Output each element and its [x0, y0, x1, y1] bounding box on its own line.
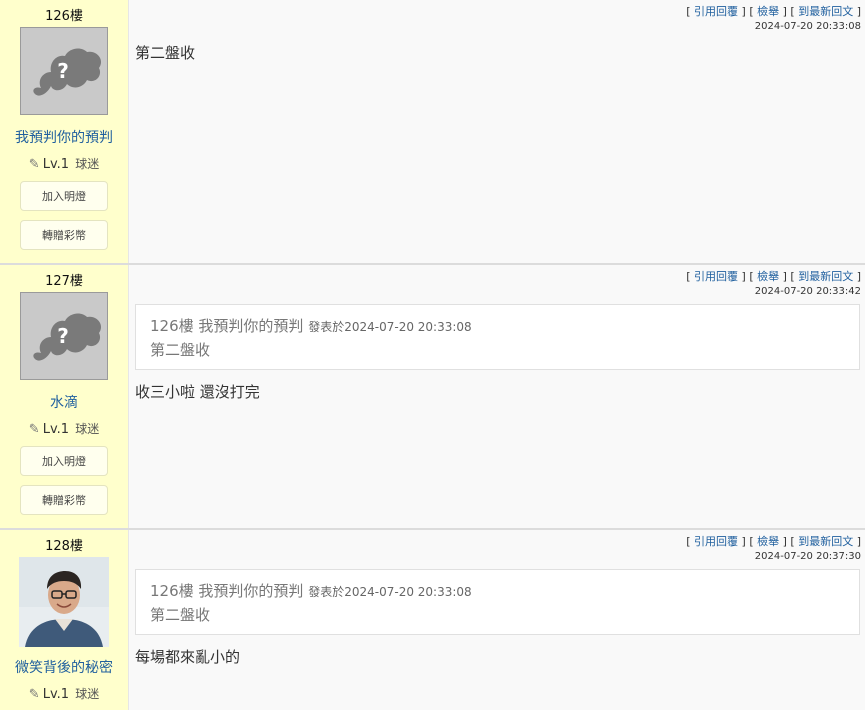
quote-reply-link[interactable]: 引用回覆	[694, 535, 738, 548]
add-light-button[interactable]: 加入明燈	[20, 446, 108, 476]
pencil-icon: ✎	[28, 157, 40, 172]
report-link[interactable]: 檢舉	[757, 535, 779, 548]
user-sidebar: 126樓 ? 我預判你的預判 ✎ Lv.1 球迷 加入明燈 轉贈彩幣	[0, 0, 128, 263]
post: 126樓 ? 我預判你的預判 ✎ Lv.1 球迷 加入明燈 轉贈彩幣 [ 引用回覆…	[0, 0, 865, 265]
svg-text:?: ?	[57, 59, 69, 83]
user-photo-icon	[19, 557, 109, 647]
quote-reply-link[interactable]: 引用回覆	[694, 5, 738, 18]
post-message: 每場都來亂小的	[135, 648, 241, 666]
default-avatar-icon: ?	[21, 28, 107, 114]
quote-text: 第二盤收	[150, 606, 211, 624]
avatar[interactable]: ?	[20, 292, 108, 380]
post-actions: [ 引用回覆 ] [ 檢舉 ] [ 到最新回文 ]	[686, 5, 861, 18]
quote-header: 126樓 我預判你的預判 發表於2024-07-20 20:33:08	[150, 317, 472, 335]
quote-block: 126樓 我預判你的預判 發表於2024-07-20 20:33:08 第二盤收	[135, 569, 860, 635]
user-level: ✎ Lv.1 球迷	[28, 422, 100, 437]
post-content: [ 引用回覆 ] [ 檢舉 ] [ 到最新回文 ] 2024-07-20 20:…	[128, 265, 865, 528]
post-timestamp: 2024-07-20 20:37:30	[754, 551, 861, 562]
avatar[interactable]: ?	[20, 27, 108, 115]
add-light-button[interactable]: 加入明燈	[20, 181, 108, 211]
report-link[interactable]: 檢舉	[757, 270, 779, 283]
latest-reply-link[interactable]: 到最新回文	[798, 535, 853, 548]
floor-number: 128樓	[45, 539, 83, 554]
post-actions: [ 引用回覆 ] [ 檢舉 ] [ 到最新回文 ]	[686, 270, 861, 283]
quote-block: 126樓 我預判你的預判 發表於2024-07-20 20:33:08 第二盤收	[135, 304, 860, 370]
user-level: ✎ Lv.1 球迷	[28, 687, 100, 702]
user-sidebar: 127樓 ? 水滴 ✎ Lv.1 球迷 加入明燈 轉贈彩幣	[0, 265, 128, 528]
post: 128樓 微笑背後的秘密 ✎ Lv.1 球迷 [引用回覆] [檢舉] […	[0, 530, 865, 710]
post-message: 第二盤收	[135, 44, 196, 62]
default-avatar-icon: ?	[21, 293, 107, 379]
user-name[interactable]: 我預判你的預判	[0, 127, 128, 147]
gift-coins-button[interactable]: 轉贈彩幣	[20, 485, 108, 515]
avatar[interactable]	[19, 557, 109, 647]
pencil-icon: ✎	[28, 422, 40, 437]
post-actions: [ 引用回覆 ] [ 檢舉 ] [ 到最新回文 ]	[686, 535, 861, 548]
quote-reply-link[interactable]: 引用回覆	[694, 270, 738, 283]
latest-reply-link[interactable]: 到最新回文	[798, 270, 853, 283]
gift-coins-button[interactable]: 轉贈彩幣	[20, 220, 108, 250]
floor-number: 126樓	[45, 9, 83, 24]
user-sidebar: 128樓 微笑背後的秘密 ✎ Lv.1 球迷	[0, 530, 128, 710]
post-message: 收三小啦 還沒打完	[135, 383, 260, 401]
latest-reply-link[interactable]: 到最新回文	[798, 5, 853, 18]
floor-number: 127樓	[45, 274, 83, 289]
quote-header: 126樓 我預判你的預判 發表於2024-07-20 20:33:08	[150, 582, 472, 600]
post-content: [ 引用回覆 ] [ 檢舉 ] [ 到最新回文 ] 2024-07-20 20:…	[128, 530, 865, 710]
post-content: [ 引用回覆 ] [ 檢舉 ] [ 到最新回文 ] 2024-07-20 20:…	[128, 0, 865, 263]
post-timestamp: 2024-07-20 20:33:08	[754, 21, 861, 32]
report-link[interactable]: 檢舉	[757, 5, 779, 18]
svg-text:?: ?	[57, 324, 69, 348]
post-timestamp: 2024-07-20 20:33:42	[754, 286, 861, 297]
post: 127樓 ? 水滴 ✎ Lv.1 球迷 加入明燈 轉贈彩幣 [ 引用回覆 ] [ …	[0, 265, 865, 530]
quote-text: 第二盤收	[150, 341, 211, 359]
thread: 126樓 ? 我預判你的預判 ✎ Lv.1 球迷 加入明燈 轉贈彩幣 [ 引用回覆…	[0, 0, 865, 710]
user-level: ✎ Lv.1 球迷	[28, 157, 100, 172]
pencil-icon: ✎	[28, 687, 40, 702]
user-name[interactable]: 水滴	[0, 392, 128, 412]
user-name[interactable]: 微笑背後的秘密	[0, 657, 128, 677]
